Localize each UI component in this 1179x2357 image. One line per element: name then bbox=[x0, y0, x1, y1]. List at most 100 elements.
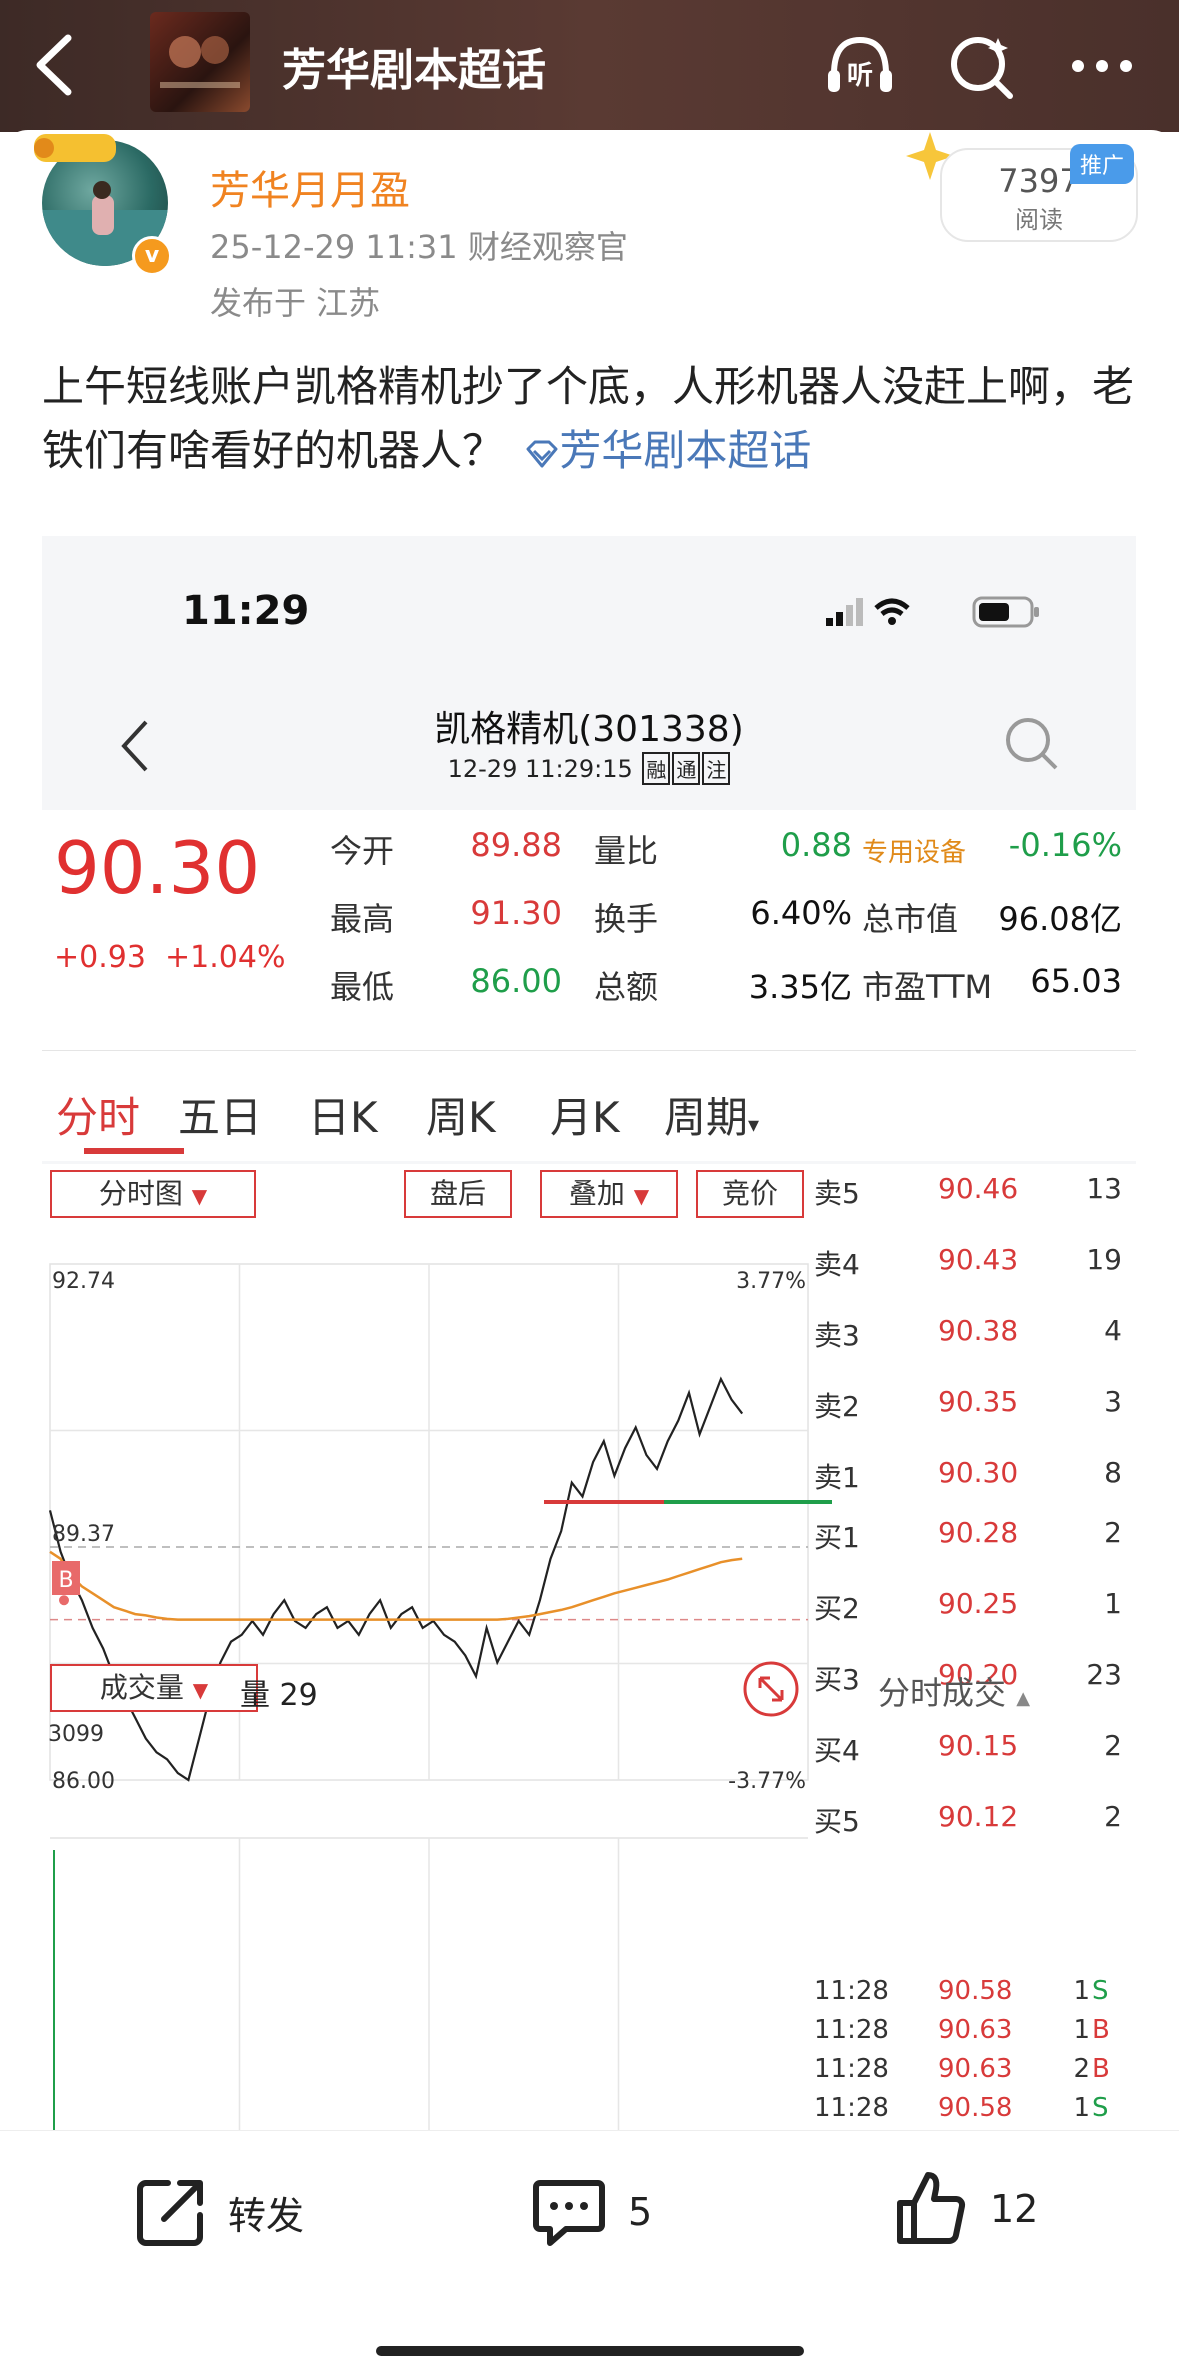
tab-monthly-k[interactable]: 月K bbox=[550, 1084, 620, 1145]
svg-text:听: 听 bbox=[847, 61, 873, 91]
tick-price: 90.58 bbox=[938, 2093, 1013, 2123]
quote-value: 0.88 bbox=[780, 826, 852, 864]
axis-bottom-price: 86.00 bbox=[52, 1769, 115, 1794]
post-location: 发布于 江苏 bbox=[210, 284, 381, 322]
tick-volume: 2 bbox=[1073, 2054, 1090, 2084]
orderbook-price: 90.43 bbox=[938, 1243, 1019, 1276]
tick-volume: 1 bbox=[1073, 1976, 1090, 2006]
tick-side: B bbox=[1092, 2054, 1110, 2084]
quote-value: 86.00 bbox=[470, 962, 562, 1000]
like-button[interactable]: 12 bbox=[890, 2166, 1038, 2252]
orderbook-volume: 3 bbox=[1104, 1385, 1122, 1418]
stock-search-icon[interactable] bbox=[1002, 714, 1062, 774]
orderbook-volume: 13 bbox=[1086, 1172, 1122, 1205]
volume-dropdown[interactable]: 成交量 ▼ bbox=[50, 1664, 258, 1712]
tab-daily-k[interactable]: 日K bbox=[308, 1084, 378, 1145]
share-label: 转发 bbox=[228, 2193, 305, 2238]
orderbook-level-label: 买5 bbox=[814, 1805, 860, 1838]
tab-period-label: 周期 bbox=[664, 1093, 749, 1142]
supertopic-title[interactable]: 芳华剧本超话 bbox=[282, 34, 546, 98]
quote-label: 量比 bbox=[594, 832, 659, 870]
tab-five-day[interactable]: 五日 bbox=[178, 1084, 262, 1145]
quote-label: 换手 bbox=[594, 900, 659, 938]
after-hours-button[interactable]: 盘后 bbox=[404, 1170, 512, 1218]
tick-side: S bbox=[1092, 2093, 1109, 2123]
promo-badge: 推广 bbox=[1070, 144, 1135, 184]
avatar-decoration-icon bbox=[34, 134, 116, 162]
orderbook-volume: 2 bbox=[1104, 1729, 1122, 1762]
tick-side: S bbox=[1092, 1976, 1109, 2006]
orderbook-level-label: 买1 bbox=[814, 1521, 860, 1554]
signal-icon bbox=[826, 598, 863, 626]
overlay-dropdown[interactable]: 叠加 ▼ bbox=[540, 1170, 678, 1218]
ticks-title-label: 分时成交 bbox=[878, 1674, 1007, 1712]
orderbook-price: 90.35 bbox=[938, 1385, 1019, 1418]
volume-value: 量 29 bbox=[240, 1678, 318, 1713]
volume-dropdown-label: 成交量 bbox=[99, 1671, 184, 1704]
like-count: 12 bbox=[990, 2187, 1039, 2231]
change-abs: +0.93 bbox=[54, 940, 146, 975]
expand-icon[interactable] bbox=[742, 1660, 800, 1718]
listen-icon[interactable]: 听 bbox=[820, 26, 900, 106]
stock-datetime: 12-29 11:29:15 bbox=[447, 755, 633, 783]
post-meta: 25-12-29 11:31 财经观察官 bbox=[210, 228, 628, 266]
back-icon[interactable] bbox=[30, 30, 80, 100]
comment-button[interactable]: 5 bbox=[530, 2172, 652, 2252]
overlay-label: 叠加 bbox=[568, 1177, 625, 1210]
home-indicator bbox=[376, 2346, 804, 2356]
supertopic-link[interactable]: 芳华剧本超话 bbox=[559, 426, 811, 475]
supertopic-thumbnail[interactable] bbox=[150, 12, 250, 112]
share-button[interactable]: 转发 bbox=[134, 2172, 304, 2252]
orderbook-level-label: 卖1 bbox=[814, 1461, 860, 1494]
quote-label: 今开 bbox=[330, 832, 395, 870]
quote-value: 6.40% bbox=[750, 894, 852, 932]
tick-volume: 1 bbox=[1073, 2093, 1090, 2123]
orderbook-level-label: 买4 bbox=[814, 1734, 860, 1767]
auction-button[interactable]: 竞价 bbox=[696, 1170, 804, 1218]
axis-bottom-pct: -3.77% bbox=[728, 1769, 806, 1794]
tick-time: 11:28 bbox=[814, 2054, 889, 2084]
axis-mid-price: 89.37 bbox=[52, 1522, 115, 1547]
search-icon[interactable] bbox=[942, 26, 1022, 106]
like-thumb-icon bbox=[897, 2172, 966, 2244]
more-icon[interactable] bbox=[1062, 26, 1142, 106]
chart-type-dropdown[interactable]: 分时图 ▼ bbox=[50, 1170, 256, 1218]
orderbook-level-label: 买3 bbox=[814, 1663, 860, 1696]
tab-period[interactable]: 周期▾ bbox=[664, 1084, 759, 1145]
read-label: 阅读 bbox=[1015, 206, 1063, 234]
status-time: 11:29 bbox=[182, 588, 310, 634]
quote-value: 91.30 bbox=[470, 894, 562, 932]
orderbook-price: 90.25 bbox=[938, 1587, 1019, 1620]
quote-extra-label: 专用设备 bbox=[862, 838, 967, 868]
chip-margin: 融 bbox=[642, 752, 671, 785]
current-price: 90.30 bbox=[54, 826, 261, 910]
ask-bid-divider-red bbox=[544, 1500, 664, 1504]
volume-max: 3099 bbox=[48, 1722, 104, 1747]
tab-intraday[interactable]: 分时 bbox=[56, 1084, 140, 1145]
tick-time: 11:28 bbox=[814, 1976, 889, 2006]
orderbook-volume: 4 bbox=[1104, 1314, 1122, 1347]
tick-time: 11:28 bbox=[814, 2093, 889, 2123]
author-name[interactable]: 芳华月月盈 bbox=[210, 158, 410, 216]
ticks-title[interactable]: 分时成交 ▲ bbox=[878, 1668, 1030, 1714]
quote-value: 89.88 bbox=[470, 826, 562, 864]
wifi-icon bbox=[874, 598, 910, 625]
status-icons bbox=[826, 598, 910, 626]
chip-registered: 注 bbox=[702, 752, 731, 785]
comment-count: 5 bbox=[628, 2190, 653, 2234]
verified-badge-icon: v bbox=[132, 236, 172, 276]
quote-extra-value: 65.03 bbox=[1030, 962, 1122, 1000]
axis-top-price: 92.74 bbox=[52, 1269, 115, 1294]
comment-icon bbox=[533, 2180, 605, 2246]
orderbook-price: 90.30 bbox=[938, 1456, 1019, 1489]
stock-datetime-row: 12-29 11:29:15 融通注 bbox=[42, 752, 1136, 785]
quote-extra-value: -0.16% bbox=[1008, 826, 1122, 864]
tab-weekly-k[interactable]: 周K bbox=[426, 1084, 496, 1145]
active-tab-indicator bbox=[84, 1148, 184, 1154]
price-change: +0.93 +1.04% bbox=[54, 940, 285, 975]
quote-label: 最高 bbox=[330, 900, 395, 938]
orderbook-volume: 2 bbox=[1104, 1800, 1122, 1833]
orderbook-volume: 2 bbox=[1104, 1516, 1122, 1549]
stock-screenshot[interactable]: 11:29 凯格精机(301338) 12-29 11:29:15 融通注 90… bbox=[42, 536, 1136, 2130]
orderbook-level-label: 买2 bbox=[814, 1592, 860, 1625]
